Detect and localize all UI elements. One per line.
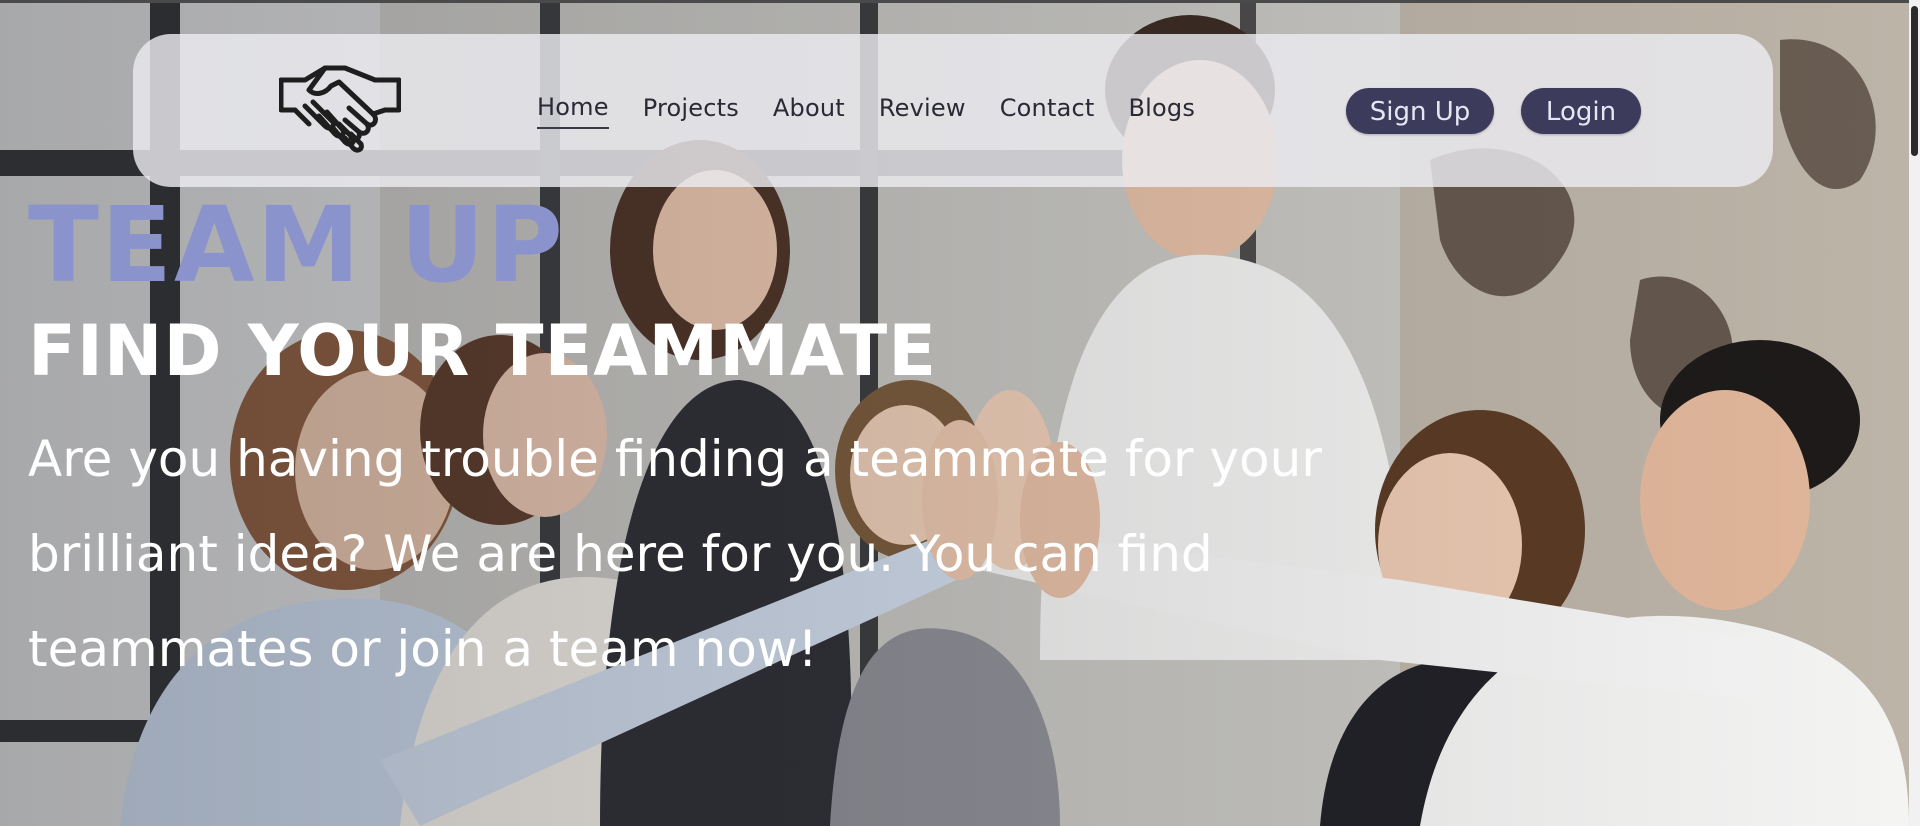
sign-up-button[interactable]: Sign Up bbox=[1346, 88, 1494, 134]
page-scrollbar[interactable] bbox=[1909, 0, 1920, 826]
hero-subheadline: FIND YOUR TEAMMATE bbox=[28, 310, 938, 392]
nav-link-review[interactable]: Review bbox=[879, 94, 966, 128]
page: Home Projects About Review Contact Blogs… bbox=[0, 0, 1920, 826]
nav-links: Home Projects About Review Contact Blogs bbox=[537, 34, 1195, 187]
login-button[interactable]: Login bbox=[1521, 88, 1641, 134]
handshake-icon[interactable] bbox=[278, 58, 402, 154]
nav-link-about[interactable]: About bbox=[773, 94, 845, 128]
window-top-edge bbox=[0, 0, 1909, 3]
hero-headline: TEAM UP bbox=[28, 184, 565, 306]
nav-link-blogs[interactable]: Blogs bbox=[1129, 94, 1196, 128]
hero-description: Are you having trouble finding a teammat… bbox=[28, 430, 1322, 678]
nav-link-projects[interactable]: Projects bbox=[643, 94, 739, 128]
scrollbar-thumb[interactable] bbox=[1911, 6, 1918, 156]
navbar: Home Projects About Review Contact Blogs… bbox=[133, 34, 1773, 187]
nav-link-home[interactable]: Home bbox=[537, 93, 609, 129]
nav-link-contact[interactable]: Contact bbox=[1000, 94, 1095, 128]
